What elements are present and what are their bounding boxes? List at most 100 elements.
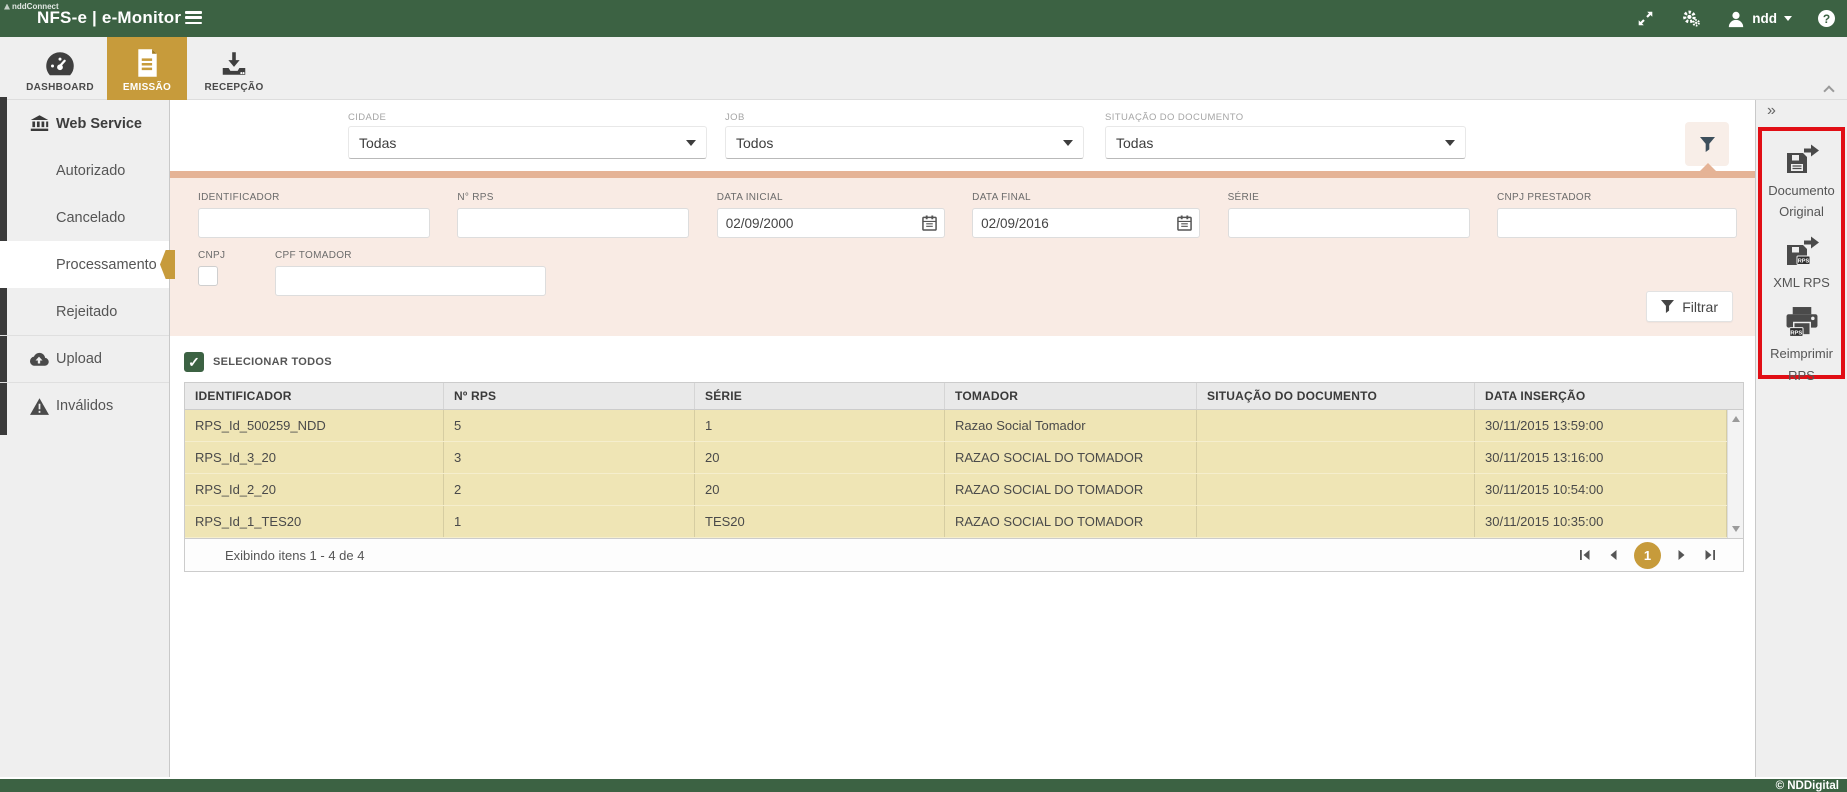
select-all-label: SELECIONAR TODOS [213, 356, 332, 368]
menu-toggle-icon[interactable] [185, 11, 202, 25]
bank-icon [28, 115, 50, 132]
cnpj-checkbox[interactable] [198, 266, 218, 286]
sidebar-item-web-service[interactable]: Web Service [0, 100, 169, 147]
sidebar-item-processamento[interactable]: Processamento [0, 241, 169, 288]
download-icon [220, 47, 248, 79]
user-menu[interactable]: ndd [1727, 10, 1792, 28]
print-rps-icon: RPS [1784, 306, 1820, 339]
col-identificador[interactable]: IDENTIFICADOR [185, 383, 444, 409]
chevron-down-icon [686, 140, 696, 146]
col-tomador[interactable]: TOMADOR [945, 383, 1197, 409]
cnpj-prestador-input[interactable] [1497, 208, 1737, 238]
numero-rps-input[interactable] [457, 208, 689, 238]
toggle-filter-panel-button[interactable] [1685, 122, 1729, 166]
chevron-down-icon [1784, 16, 1792, 21]
copyright: © NDDigital [1776, 780, 1839, 792]
rps-table: IDENTIFICADOR Nº RPS SÉRIE TOMADOR SITUA… [184, 382, 1744, 572]
calendar-icon[interactable] [1177, 215, 1192, 236]
export-xml-icon: RPS [1784, 236, 1820, 268]
filter-panel: IDENTIFICADOR N° RPS DATA INICIAL [170, 171, 1755, 336]
xml-rps-button[interactable]: RPS XML RPS [1762, 236, 1841, 293]
first-page-icon[interactable] [1578, 548, 1592, 562]
col-serie[interactable]: SÉRIE [695, 383, 945, 409]
cnpj-prestador-field: CNPJ PRESTADOR [1497, 192, 1737, 238]
job-select[interactable]: JOB Todos [725, 112, 1084, 159]
selected-item-marker [160, 250, 175, 279]
tab-dashboard[interactable]: DASHBOARD [20, 37, 100, 100]
serie-field: SÉRIE [1228, 192, 1470, 238]
serie-input[interactable] [1228, 208, 1470, 238]
data-final-input[interactable] [972, 208, 1200, 238]
logo-icon [4, 4, 10, 10]
select-all-checkbox[interactable]: ✓ [184, 352, 204, 372]
sidebar-item-upload[interactable]: Upload [0, 335, 169, 382]
table-row[interactable]: RPS_Id_1_TES20 1 TES20 RAZAO SOCIAL DO T… [185, 506, 1743, 538]
filtrar-button[interactable]: Filtrar [1646, 291, 1733, 322]
tab-emissao[interactable]: EMISSÃO [107, 37, 187, 100]
annotation-highlight-box: Documento Original RPS XML RPS [1758, 127, 1845, 379]
last-page-icon[interactable] [1703, 548, 1717, 562]
quick-filters-row: CIDADE Todas JOB Todos SITUAÇÃO DO DOCUM… [170, 100, 1755, 171]
documento-original-button[interactable]: Documento Original [1762, 144, 1841, 223]
sidebar-item-invalidos[interactable]: Inválidos [0, 382, 169, 429]
help-icon[interactable]: ? [1818, 10, 1835, 27]
calendar-icon[interactable] [922, 215, 937, 236]
items-status: Exibindo itens 1 - 4 de 4 [225, 548, 364, 563]
funnel-icon [1661, 300, 1674, 313]
actions-panel: » Documento Original RPS [1755, 100, 1847, 777]
table-row[interactable]: RPS_Id_2_20 2 20 RAZAO SOCIAL DO TOMADOR… [185, 474, 1743, 506]
table-row[interactable]: RPS_Id_500259_NDD 5 1 Razao Social Tomad… [185, 410, 1743, 442]
panel-pointer [1699, 163, 1717, 172]
main-content: CIDADE Todas JOB Todos SITUAÇÃO DO DOCUM… [170, 100, 1755, 777]
table-row[interactable]: RPS_Id_3_20 3 20 RAZAO SOCIAL DO TOMADOR… [185, 442, 1743, 474]
svg-text:RPS: RPS [1790, 331, 1802, 337]
footer: © NDDigital [0, 777, 1847, 792]
data-inicial-field: DATA INICIAL [717, 192, 945, 238]
chevron-down-icon [1063, 140, 1073, 146]
col-numero-rps[interactable]: Nº RPS [444, 383, 695, 409]
collapse-panel-icon[interactable]: » [1767, 102, 1776, 120]
funnel-icon [1700, 137, 1715, 152]
select-all-row: ✓ SELECIONAR TODOS [184, 352, 1755, 372]
table-scrollbar[interactable] [1727, 410, 1743, 538]
username: ndd [1752, 11, 1777, 26]
svg-text:RPS: RPS [1797, 258, 1809, 264]
chevron-down-icon [1445, 140, 1455, 146]
cpf-tomador-field: CPF TOMADOR [275, 250, 546, 296]
next-page-icon[interactable] [1675, 548, 1689, 562]
scroll-down-icon[interactable] [1732, 526, 1740, 532]
settings-gears-icon[interactable] [1681, 9, 1701, 29]
sidebar-item-rejeitado[interactable]: Rejeitado [0, 288, 169, 335]
cidade-select[interactable]: CIDADE Todas [348, 112, 707, 159]
sidebar-item-autorizado[interactable]: Autorizado [0, 147, 169, 194]
situacao-select[interactable]: SITUAÇÃO DO DOCUMENTO Todas [1105, 112, 1466, 159]
scroll-up-icon[interactable] [1732, 416, 1740, 422]
col-data-insercao[interactable]: DATA INSERÇÃO [1475, 383, 1743, 409]
document-icon [136, 47, 159, 79]
cloud-upload-icon [28, 352, 50, 367]
cnpj-field: CNPJ [198, 250, 247, 296]
current-page[interactable]: 1 [1634, 542, 1661, 569]
table-pagination: Exibindo itens 1 - 4 de 4 1 [185, 538, 1743, 571]
app-window: nddConnect NFS-e | e-Monitor ndd ? [0, 0, 1847, 792]
warning-icon [28, 398, 50, 415]
tab-recepcao[interactable]: RECEPÇÃO [194, 37, 274, 100]
data-final-field: DATA FINAL [972, 192, 1200, 238]
topbar-actions: ndd ? [1635, 0, 1835, 37]
topbar: nddConnect NFS-e | e-Monitor ndd ? [0, 0, 1847, 37]
data-inicial-input[interactable] [717, 208, 945, 238]
identificador-field: IDENTIFICADOR [198, 192, 430, 238]
fullscreen-icon[interactable] [1635, 9, 1655, 29]
col-situacao[interactable]: SITUAÇÃO DO DOCUMENTO [1197, 383, 1475, 409]
prev-page-icon[interactable] [1606, 548, 1620, 562]
sidebar-item-cancelado[interactable]: Cancelado [0, 194, 169, 241]
ribbon-toolbar: DASHBOARD EMISSÃO RECEPÇÃO [0, 37, 1847, 100]
cpf-tomador-input[interactable] [275, 266, 546, 296]
ribbon-collapse-icon[interactable] [1823, 85, 1835, 93]
sidebar: Web Service Autorizado Cancelado Process… [0, 100, 170, 777]
app-title: NFS-e | e-Monitor [37, 8, 181, 28]
identificador-input[interactable] [198, 208, 430, 238]
reimprimir-rps-button[interactable]: RPS Reimprimir RPS [1762, 306, 1841, 386]
table-header: IDENTIFICADOR Nº RPS SÉRIE TOMADOR SITUA… [185, 383, 1743, 410]
user-icon [1727, 10, 1745, 28]
